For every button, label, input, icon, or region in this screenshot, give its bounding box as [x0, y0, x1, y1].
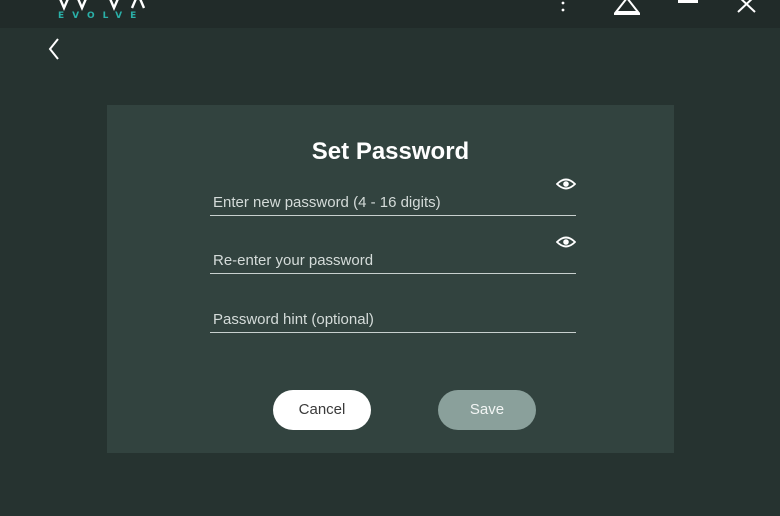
save-button[interactable]: Save — [438, 390, 536, 430]
warning-icon[interactable] — [612, 0, 642, 16]
eye-icon[interactable] — [556, 177, 576, 191]
confirm-password-placeholder: Re-enter your password — [213, 252, 374, 269]
back-icon[interactable] — [44, 36, 64, 62]
new-password-placeholder: Enter new password (4 - 16 digits) — [213, 194, 441, 211]
title-bar: EVOLVE — [0, 0, 780, 28]
password-hint-field[interactable]: Password hint (optional) — [210, 305, 576, 333]
confirm-password-field[interactable]: Re-enter your password — [210, 236, 576, 274]
close-icon[interactable] — [734, 0, 760, 16]
dialog-title: Set Password — [311, 138, 470, 165]
minimize-icon[interactable] — [676, 0, 700, 8]
new-password-field[interactable]: Enter new password (4 - 16 digits) — [210, 178, 576, 216]
logo-subtitle: EVOLVE — [58, 11, 145, 21]
eye-icon[interactable] — [556, 235, 576, 249]
cancel-button[interactable]: Cancel — [273, 390, 371, 430]
set-password-dialog: Set Password Enter new password (4 - 16 … — [107, 105, 674, 453]
more-icon[interactable] — [558, 0, 568, 14]
password-hint-placeholder: Password hint (optional) — [213, 311, 374, 328]
